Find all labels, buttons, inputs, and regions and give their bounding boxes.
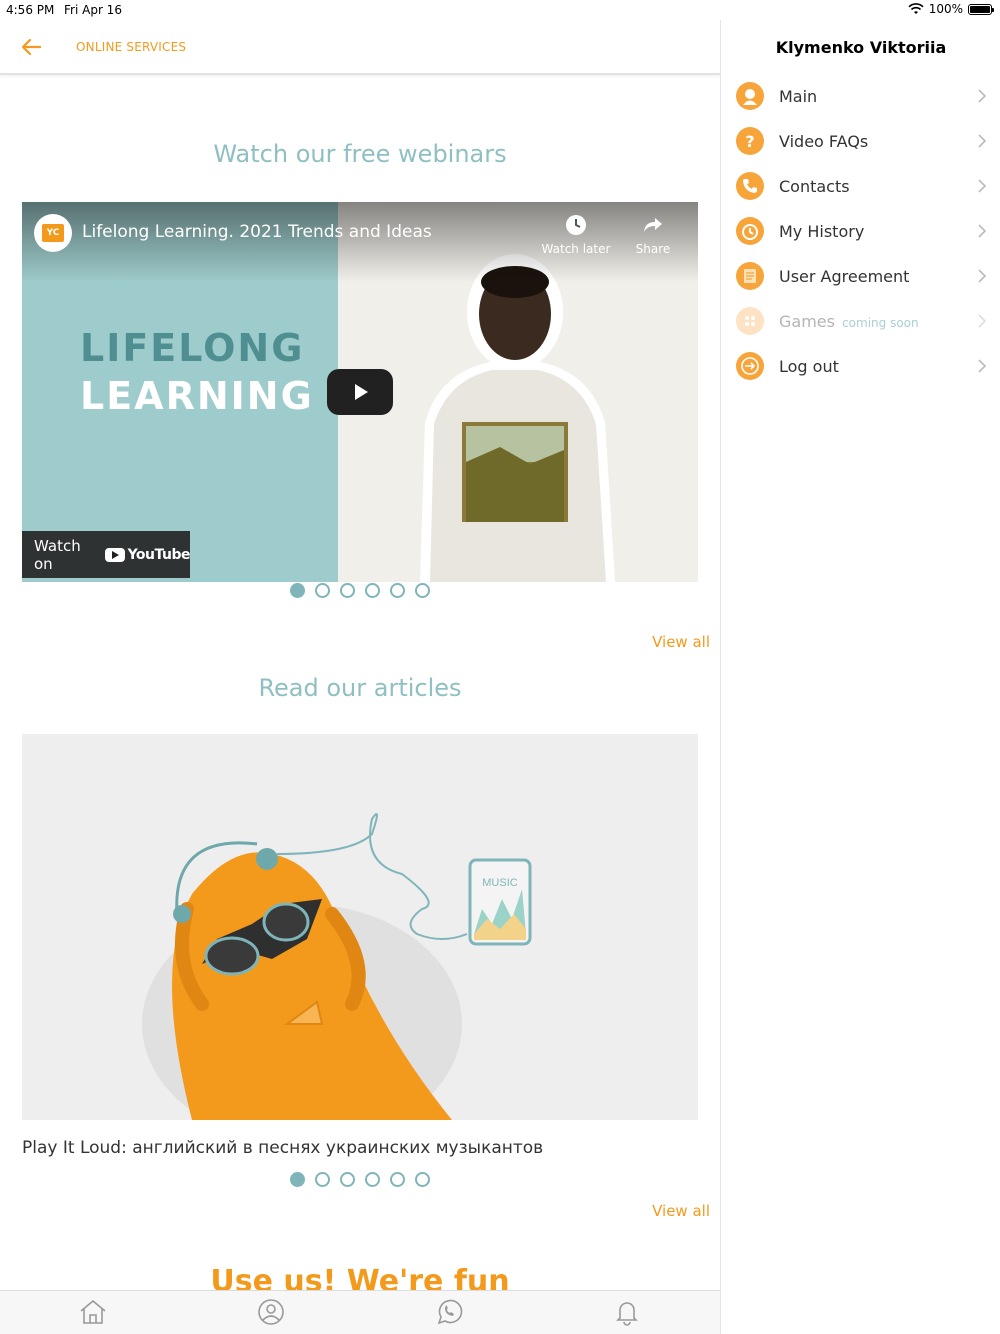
menu-item-label: User Agreement (779, 266, 910, 286)
menu-item-label: Main (779, 86, 818, 106)
document-icon (736, 262, 764, 290)
pagination-dot[interactable] (415, 1172, 430, 1187)
youtube-wordmark: YouTube (127, 546, 191, 563)
clock-icon (736, 217, 764, 245)
bottom-tab-bar (0, 1290, 720, 1334)
status-right: 100% (908, 2, 994, 16)
presenter-image (420, 254, 615, 582)
status-date: Fri Apr 16 (64, 3, 122, 17)
youtube-play-icon (104, 547, 125, 562)
channel-logo[interactable]: YC (34, 214, 72, 252)
articles-title: Read our articles (258, 674, 462, 702)
phone-icon (736, 172, 764, 200)
menu-item-main[interactable]: Main (721, 76, 1000, 116)
pagination-dot[interactable] (390, 583, 405, 598)
watch-later-label: Watch later (541, 242, 611, 256)
webinars-view-all-link[interactable]: View all (652, 633, 710, 651)
youtube-logo: YouTube (104, 546, 191, 563)
menu-item-my-history[interactable]: My History (721, 211, 1000, 251)
menu-item-label: My History (779, 221, 865, 241)
pagination-dot[interactable] (290, 1172, 305, 1187)
articles-view-all-link[interactable]: View all (652, 1202, 710, 1220)
share-icon (644, 218, 662, 232)
pagination-dot[interactable] (415, 583, 430, 598)
pagination-dot[interactable] (390, 1172, 405, 1187)
video-headline: LIFELONG LEARNING (80, 324, 314, 420)
chevron-right-icon (978, 179, 987, 193)
top-bar: ONLINE SERVICES (0, 20, 720, 75)
notification-bell-icon[interactable] (612, 1297, 642, 1327)
user-name: Klymenko Viktoriia (775, 38, 947, 57)
side-drawer: Klymenko Viktoriia Main ? Video FAQs Con… (720, 20, 1000, 1334)
chevron-right-icon (978, 269, 987, 283)
webinar-video-player[interactable]: LIFELONG LEARNING YC Lifelong Learning. … (22, 202, 698, 582)
menu-item-label: Log out (779, 356, 839, 376)
logout-icon (736, 352, 764, 380)
chevron-right-icon (978, 134, 987, 148)
battery-icon (968, 3, 994, 15)
play-icon (355, 384, 368, 400)
pagination-dot[interactable] (290, 583, 305, 598)
share-button[interactable]: Share (613, 214, 693, 256)
chevron-right-icon (978, 359, 987, 373)
whatsapp-icon[interactable] (434, 1297, 464, 1327)
article-card-image[interactable]: MUSIC (22, 734, 698, 1120)
back-arrow-icon[interactable] (20, 36, 42, 58)
pagination-dot[interactable] (315, 1172, 330, 1187)
headline-line2: LEARNING (80, 374, 314, 418)
pagination-dot[interactable] (315, 583, 330, 598)
dice-icon (736, 307, 764, 335)
video-title[interactable]: Lifelong Learning. 2021 Trends and Ideas (82, 222, 432, 242)
chevron-right-icon (978, 314, 987, 328)
webinar-pagination (290, 583, 430, 598)
watch-on-label: Watch on (34, 536, 81, 573)
menu-item-contacts[interactable]: Contacts (721, 166, 1000, 206)
watch-on-youtube-button[interactable]: Watch on YouTube (22, 531, 191, 578)
play-button[interactable] (327, 369, 393, 415)
menu-item-log-out[interactable]: Log out (721, 346, 1000, 386)
status-time: 4:56 PM (6, 3, 55, 17)
profile-icon[interactable] (256, 1297, 286, 1327)
coming-soon-badge: coming soon (842, 315, 919, 330)
battery-percent: 100% (928, 2, 963, 16)
user-icon (736, 82, 764, 110)
share-label: Share (635, 242, 671, 256)
menu-item-video-faqs[interactable]: ? Video FAQs (721, 121, 1000, 161)
menu-item-label: Video FAQs (779, 131, 869, 151)
clock-icon (566, 215, 586, 235)
menu-item-label: Contacts (779, 176, 850, 196)
article-illustration: MUSIC (142, 813, 532, 1120)
headline-line1: LIFELONG (80, 326, 305, 370)
webinars-title: Watch our free webinars (213, 140, 507, 168)
channel-logo-text: YC (42, 224, 64, 242)
home-icon[interactable] (78, 1297, 108, 1327)
menu-item-label: Games coming soon (779, 312, 919, 331)
menu-item-games: Games coming soon (721, 301, 1000, 341)
watch-later-button[interactable]: Watch later (536, 214, 616, 256)
pagination-dot[interactable] (365, 583, 380, 598)
page-title: ONLINE SERVICES (76, 40, 187, 54)
article-caption[interactable]: Play It Loud: английский в песнях украин… (22, 1138, 543, 1158)
music-label: MUSIC (482, 877, 518, 889)
menu-item-user-agreement[interactable]: User Agreement (721, 256, 1000, 296)
question-icon: ? (736, 127, 764, 155)
games-label: Games (779, 311, 835, 331)
main-content: ONLINE SERVICES Watch our free webinars … (0, 20, 720, 1334)
article-pagination (290, 1172, 430, 1187)
pagination-dot[interactable] (340, 1172, 355, 1187)
pagination-dot[interactable] (365, 1172, 380, 1187)
wifi-icon (908, 3, 924, 14)
chevron-right-icon (978, 89, 987, 103)
pagination-dot[interactable] (340, 583, 355, 598)
status-bar: 4:56 PM Fri Apr 16 100% (0, 0, 1000, 20)
chevron-right-icon (978, 224, 987, 238)
